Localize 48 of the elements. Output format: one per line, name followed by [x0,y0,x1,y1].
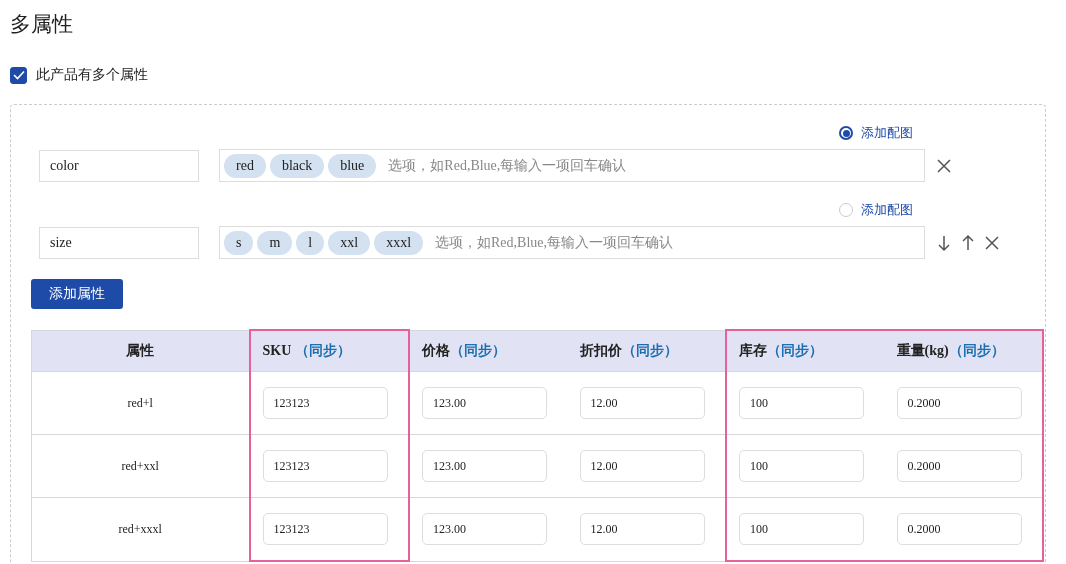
close-icon[interactable] [983,233,1001,252]
column-header: 库存（同步） [726,330,885,372]
option-tag: s [224,230,254,255]
column-header: 价格（同步） [409,330,568,372]
column-header: 重量(kg)（同步） [884,330,1043,372]
column-header: SKU （同步） [249,330,410,372]
column-header: 属性 [31,330,250,372]
radio-label[interactable]: 添加配图 [861,124,913,142]
attribute-name-field[interactable]: size [39,226,199,259]
options-field[interactable]: red black blue 选项，如Red,Blue,每输入一项回车确认 [219,149,925,182]
option-tag: l [296,230,325,255]
checkbox-label: 此产品有多个属性 [36,66,148,84]
option-tag: red [224,153,266,178]
section-title: 多属性 [10,11,74,38]
option-tag: black [269,153,325,178]
option-tag: xxxl [374,230,423,255]
value-field[interactable]: 100 [739,387,865,419]
value-field[interactable]: 12.00 [579,387,705,419]
options-field[interactable]: s m l xxl xxxl 选项，如Red,Blue,每输入一项回车确认 [219,226,925,259]
value-field[interactable]: 0.2000 [896,513,1022,545]
value-field[interactable]: 123.00 [422,450,548,482]
arrow-down-icon[interactable] [935,233,953,252]
table-cell: red+xxl [31,434,250,498]
value-field[interactable]: 0.2000 [896,387,1022,419]
option-tag: xxl [328,230,371,255]
value-field[interactable]: 100 [739,450,865,482]
value-field[interactable]: 123.00 [422,387,548,419]
checkbox[interactable] [10,66,27,84]
radio-button[interactable] [839,126,853,140]
value-field[interactable]: 100 [739,513,865,545]
option-tag: blue [328,153,377,178]
table-cell: red+xxxl [31,497,250,561]
value-field[interactable]: 12.00 [579,450,705,482]
table-cell: red+l [31,371,250,435]
radio-label[interactable]: 添加配图 [861,201,913,219]
value-field[interactable]: 123123 [262,387,388,419]
options-placeholder: 选项，如Red,Blue,每输入一项回车确认 [388,156,627,175]
value-field[interactable]: 123123 [262,513,388,545]
value-field[interactable]: 12.00 [579,513,705,546]
add-attribute-button[interactable]: 添加属性 [31,279,123,309]
attribute-name-field[interactable]: color [39,149,199,182]
options-placeholder: 选项，如Red,Blue,每输入一项回车确认 [435,233,673,252]
close-icon[interactable] [935,156,953,175]
value-field[interactable]: 123.00 [422,513,548,546]
value-field[interactable]: 123123 [262,450,388,482]
value-field[interactable]: 0.2000 [896,450,1022,482]
option-tag: m [257,230,293,255]
column-header: 折扣价（同步） [567,330,727,372]
